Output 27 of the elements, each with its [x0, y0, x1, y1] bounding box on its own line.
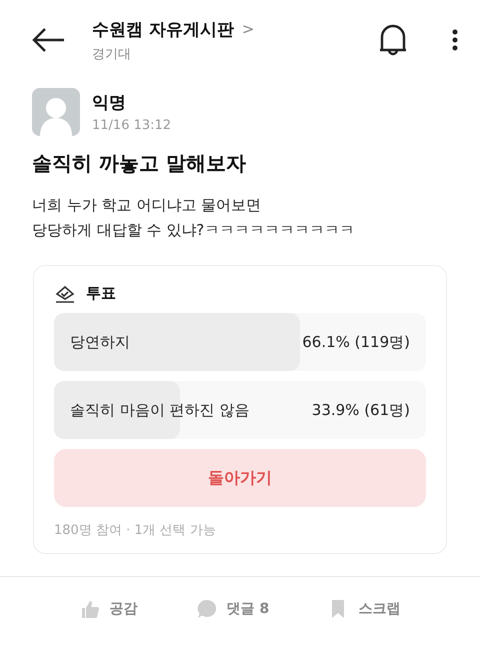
- post-body: 너희 누가 학교 어디냐고 물어보면 당당하게 대답할 수 있냐?ㅋㅋㅋㅋㅋㅋㅋㅋㅋㅋ: [32, 195, 356, 241]
- option-result: 33.9% (61명): [312, 400, 410, 420]
- author-name: 익명: [92, 92, 127, 114]
- scrap-action[interactable]: 스크랩: [328, 599, 400, 619]
- avatar-icon: [32, 88, 80, 136]
- board-title[interactable]: 수원캠 자유게시판: [92, 18, 234, 40]
- like-action[interactable]: 공감: [80, 599, 138, 619]
- school-name: 경기대: [92, 46, 132, 62]
- back-button[interactable]: 돌아가기: [54, 449, 426, 507]
- comment-action[interactable]: 댓글 8: [196, 599, 270, 619]
- action-label: 공감: [110, 600, 138, 618]
- poll-summary: 180명 참여 · 1개 선택 가능: [54, 522, 217, 539]
- ballot-icon: [54, 284, 76, 302]
- more-options-icon[interactable]: [452, 29, 458, 51]
- post-title: 솔직히 까놓고 말해보자: [32, 150, 247, 177]
- option-result: 66.1% (119명): [302, 332, 410, 352]
- speech-bubble-icon: [196, 599, 217, 619]
- action-label: 스크랩: [358, 600, 400, 618]
- thumbs-up-icon: [80, 599, 100, 619]
- action-label: 댓글 8: [226, 600, 270, 618]
- option-label: 솔직히 마음이 편하진 않음: [70, 400, 250, 420]
- option-label: 당연하지: [70, 332, 130, 352]
- back-arrow-icon[interactable]: [30, 26, 66, 54]
- notification-bell-icon[interactable]: [378, 22, 408, 58]
- poll-title: 투표: [86, 284, 116, 303]
- chevron-icon[interactable]: >: [242, 20, 254, 38]
- post-time: 11/16 13:12: [92, 118, 172, 133]
